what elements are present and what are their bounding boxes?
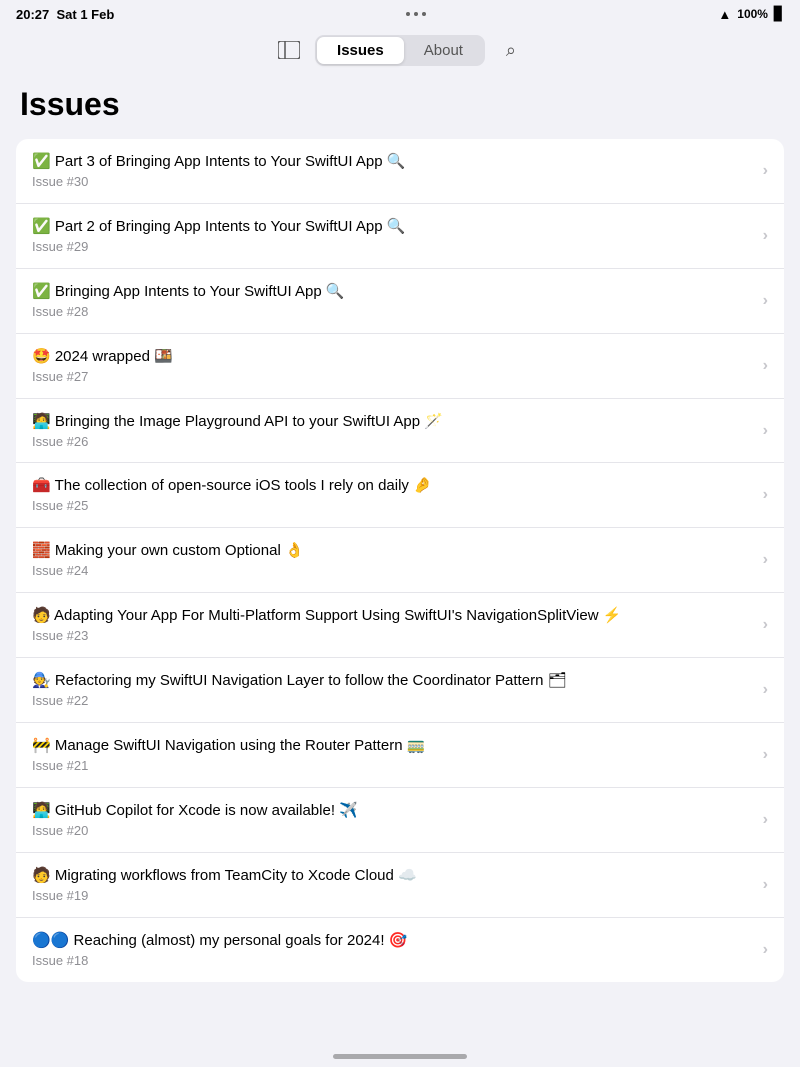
issue-text-group: 🧰 The collection of open-source iOS tool… xyxy=(32,475,755,515)
issue-title: ✅ Part 2 of Bringing App Intents to Your… xyxy=(32,216,755,237)
issue-subtitle: Issue #26 xyxy=(32,434,755,451)
issue-row[interactable]: ✅ Part 2 of Bringing App Intents to Your… xyxy=(16,204,784,269)
wifi-icon: ▲ xyxy=(718,7,731,22)
search-icon: ⌕ xyxy=(506,40,516,61)
issue-title: 🧑‍💻 GitHub Copilot for Xcode is now avai… xyxy=(32,800,755,821)
page-title: Issues xyxy=(16,86,784,123)
issue-text-group: 🧑‍💻 GitHub Copilot for Xcode is now avai… xyxy=(32,800,755,840)
tab-group: Issues About xyxy=(315,35,485,66)
chevron-right-icon: › xyxy=(763,292,768,310)
issues-list: ✅ Part 3 of Bringing App Intents to Your… xyxy=(16,139,784,982)
issue-subtitle: Issue #30 xyxy=(32,174,755,191)
issue-subtitle: Issue #19 xyxy=(32,888,755,905)
chevron-right-icon: › xyxy=(763,616,768,634)
issue-subtitle: Issue #25 xyxy=(32,498,755,515)
issue-row[interactable]: 🧑‍🔧 Refactoring my SwiftUI Navigation La… xyxy=(16,658,784,723)
issue-row[interactable]: 🧑 Adapting Your App For Multi-Platform S… xyxy=(16,593,784,658)
chevron-right-icon: › xyxy=(763,422,768,440)
issue-subtitle: Issue #22 xyxy=(32,693,755,710)
issue-row[interactable]: 🧑‍💻 Bringing the Image Playground API to… xyxy=(16,399,784,464)
issue-title: 🔵🔵 Reaching (almost) my personal goals f… xyxy=(32,930,755,951)
issue-row[interactable]: 🚧 Manage SwiftUI Navigation using the Ro… xyxy=(16,723,784,788)
issue-title: 🧑‍🔧 Refactoring my SwiftUI Navigation La… xyxy=(32,670,755,691)
sidebar-icon xyxy=(278,41,300,59)
issue-title: ✅ Part 3 of Bringing App Intents to Your… xyxy=(32,151,755,172)
home-indicator xyxy=(333,1054,467,1059)
issue-title: 🧰 The collection of open-source iOS tool… xyxy=(32,475,755,496)
issue-row[interactable]: ✅ Bringing App Intents to Your SwiftUI A… xyxy=(16,269,784,334)
issue-text-group: 🧑 Migrating workflows from TeamCity to X… xyxy=(32,865,755,905)
issue-subtitle: Issue #21 xyxy=(32,758,755,775)
chevron-right-icon: › xyxy=(763,941,768,959)
status-time-date: 20:27 Sat 1 Feb xyxy=(16,7,114,22)
issue-row[interactable]: 🧑 Migrating workflows from TeamCity to X… xyxy=(16,853,784,918)
issue-subtitle: Issue #28 xyxy=(32,304,755,321)
issue-text-group: 🧑‍🔧 Refactoring my SwiftUI Navigation La… xyxy=(32,670,755,710)
issue-title: 🤩 2024 wrapped 🍱 xyxy=(32,346,755,367)
main-content: Issues ✅ Part 3 of Bringing App Intents … xyxy=(0,76,800,1002)
issue-title: 🧑 Migrating workflows from TeamCity to X… xyxy=(32,865,755,886)
issue-title: 🚧 Manage SwiftUI Navigation using the Ro… xyxy=(32,735,755,756)
chevron-right-icon: › xyxy=(763,486,768,504)
issue-text-group: 🧑 Adapting Your App For Multi-Platform S… xyxy=(32,605,755,645)
chevron-right-icon: › xyxy=(763,162,768,180)
issue-text-group: ✅ Bringing App Intents to Your SwiftUI A… xyxy=(32,281,755,321)
tab-about[interactable]: About xyxy=(404,37,483,64)
issue-title: 🧑‍💻 Bringing the Image Playground API to… xyxy=(32,411,755,432)
issue-text-group: 🧑‍💻 Bringing the Image Playground API to… xyxy=(32,411,755,451)
issue-title: 🧱 Making your own custom Optional 👌 xyxy=(32,540,755,561)
issue-text-group: ✅ Part 2 of Bringing App Intents to Your… xyxy=(32,216,755,256)
status-center-dots xyxy=(406,12,426,16)
issue-title: 🧑 Adapting Your App For Multi-Platform S… xyxy=(32,605,755,626)
issue-text-group: 🧱 Making your own custom Optional 👌 Issue… xyxy=(32,540,755,580)
issue-text-group: 🤩 2024 wrapped 🍱 Issue #27 xyxy=(32,346,755,386)
chevron-right-icon: › xyxy=(763,357,768,375)
chevron-right-icon: › xyxy=(763,681,768,699)
issue-row[interactable]: 🔵🔵 Reaching (almost) my personal goals f… xyxy=(16,918,784,982)
issue-text-group: 🔵🔵 Reaching (almost) my personal goals f… xyxy=(32,930,755,970)
battery-percent: 100% xyxy=(737,7,768,21)
chevron-right-icon: › xyxy=(763,746,768,764)
issue-subtitle: Issue #29 xyxy=(32,239,755,256)
status-right: ▲ 100% ▊ xyxy=(718,6,784,22)
issue-row[interactable]: 🤩 2024 wrapped 🍱 Issue #27 › xyxy=(16,334,784,399)
issue-text-group: ✅ Part 3 of Bringing App Intents to Your… xyxy=(32,151,755,191)
issue-subtitle: Issue #24 xyxy=(32,563,755,580)
issue-row[interactable]: 🧱 Making your own custom Optional 👌 Issue… xyxy=(16,528,784,593)
issue-subtitle: Issue #27 xyxy=(32,369,755,386)
issue-subtitle: Issue #18 xyxy=(32,953,755,970)
nav-bar: Issues About ⌕ xyxy=(0,28,800,76)
search-button[interactable]: ⌕ xyxy=(493,34,529,66)
tab-issues[interactable]: Issues xyxy=(317,37,404,64)
issue-text-group: 🚧 Manage SwiftUI Navigation using the Ro… xyxy=(32,735,755,775)
status-bar: 20:27 Sat 1 Feb ▲ 100% ▊ xyxy=(0,0,800,28)
chevron-right-icon: › xyxy=(763,551,768,569)
issue-subtitle: Issue #20 xyxy=(32,823,755,840)
chevron-right-icon: › xyxy=(763,811,768,829)
battery-icon: ▊ xyxy=(774,6,784,22)
issue-row[interactable]: 🧰 The collection of open-source iOS tool… xyxy=(16,463,784,528)
chevron-right-icon: › xyxy=(763,876,768,894)
issue-subtitle: Issue #23 xyxy=(32,628,755,645)
sidebar-toggle-button[interactable] xyxy=(271,34,307,66)
chevron-right-icon: › xyxy=(763,227,768,245)
issue-row[interactable]: 🧑‍💻 GitHub Copilot for Xcode is now avai… xyxy=(16,788,784,853)
issue-title: ✅ Bringing App Intents to Your SwiftUI A… xyxy=(32,281,755,302)
issue-row[interactable]: ✅ Part 3 of Bringing App Intents to Your… xyxy=(16,139,784,204)
